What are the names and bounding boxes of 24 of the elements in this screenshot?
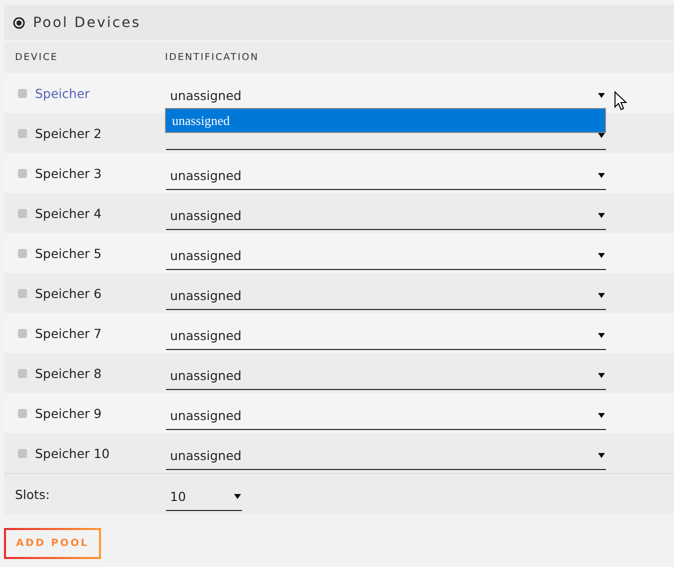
identification-select[interactable]: unassigned bbox=[166, 442, 606, 470]
slots-label: Slots: bbox=[14, 486, 51, 502]
column-header: IDENTIFICATION bbox=[165, 52, 259, 63]
device-name: Speicher 5 bbox=[35, 246, 103, 260]
identification-select[interactable]: unassigned bbox=[166, 362, 606, 390]
identification-select[interactable]: unassigned bbox=[166, 242, 606, 270]
device-name: Speicher 2 bbox=[35, 126, 103, 140]
device-name: Speicher 8 bbox=[35, 366, 103, 380]
identification-select[interactable]: unassigned bbox=[166, 282, 606, 310]
identification-select[interactable]: unassigned bbox=[166, 202, 606, 230]
slots-select[interactable]: 10 bbox=[166, 483, 242, 511]
device-name: Speicher bbox=[35, 86, 91, 100]
device-name: Speicher 3 bbox=[35, 166, 103, 180]
device-name: Speicher 9 bbox=[35, 406, 103, 420]
device-name: Speicher 4 bbox=[35, 206, 103, 220]
device-name: Speicher 10 bbox=[35, 446, 111, 460]
identification-select[interactable]: unassigned bbox=[166, 402, 606, 430]
device-name: Speicher 6 bbox=[35, 286, 103, 300]
identification-select[interactable]: unassigned bbox=[166, 162, 606, 190]
panel-title: Pool Devices bbox=[33, 14, 141, 30]
identification-select[interactable]: unassigned bbox=[166, 322, 606, 350]
column-header: DEVICE bbox=[14, 52, 60, 63]
device-name: Speicher 7 bbox=[35, 326, 103, 340]
dropdown-option[interactable]: unassigned bbox=[166, 109, 605, 132]
